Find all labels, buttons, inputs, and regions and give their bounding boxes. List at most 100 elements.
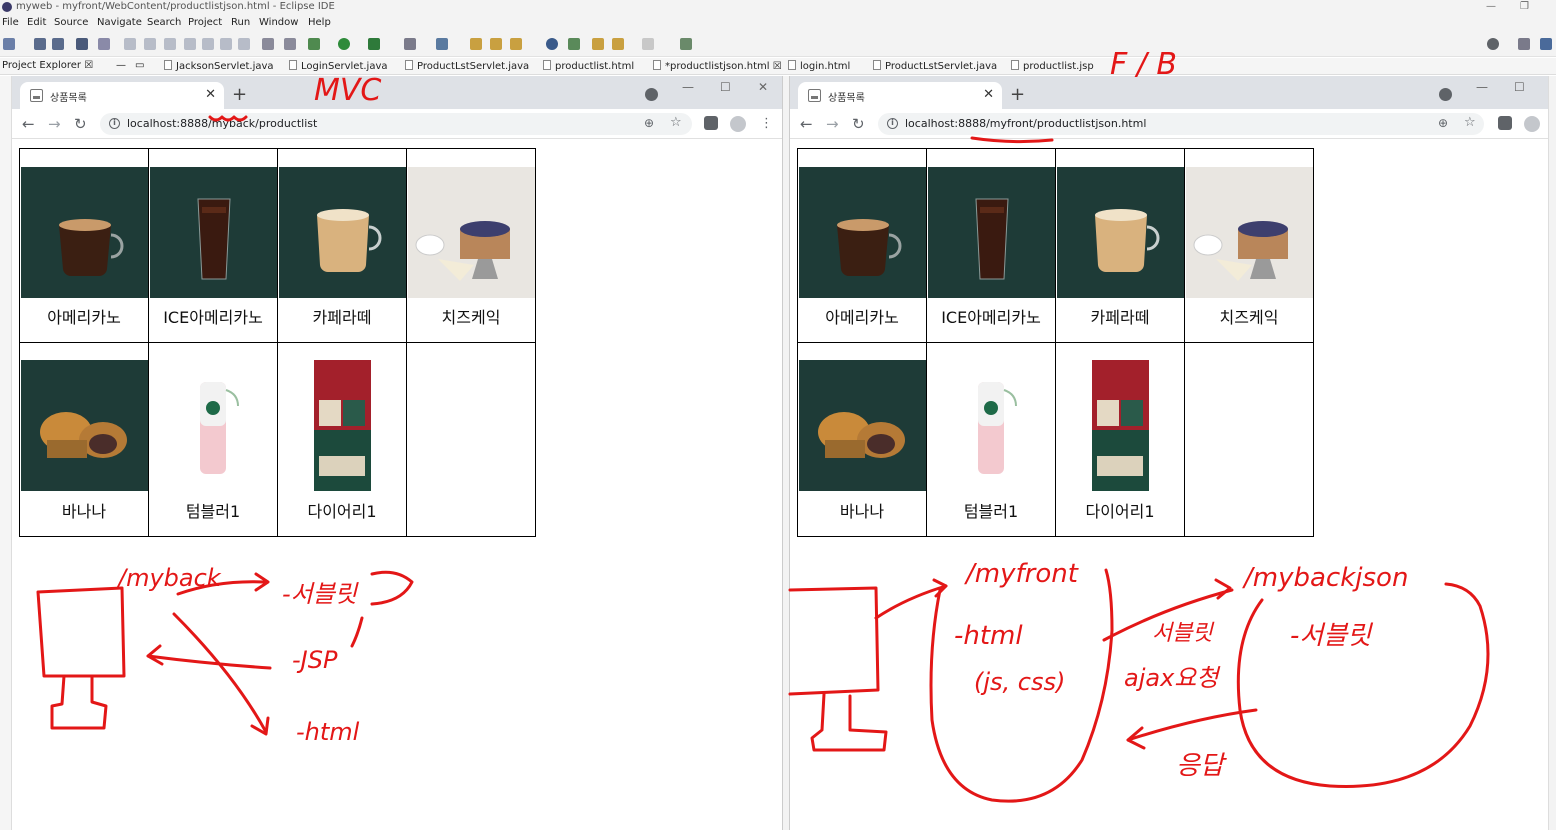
address-bar[interactable]: i localhost:8888/myback/productlist ⊕ ☆	[100, 113, 692, 135]
use-step-filters-icon[interactable]	[284, 38, 296, 50]
step-return-icon[interactable]	[238, 38, 250, 50]
run-icon[interactable]	[338, 38, 350, 50]
save-icon[interactable]	[34, 38, 46, 50]
product-image-cheesecake[interactable]	[408, 167, 535, 298]
outline-icon[interactable]	[262, 38, 274, 50]
resume-icon[interactable]	[124, 38, 136, 50]
editor-tab-loginservlet[interactable]: LoginServlet.java	[289, 60, 388, 72]
new-server-icon[interactable]	[404, 38, 416, 50]
product-image-ice-americano[interactable]	[928, 167, 1055, 298]
suspend-icon[interactable]	[144, 38, 156, 50]
maximize-icon[interactable]: ☐	[720, 80, 731, 94]
back-history-icon[interactable]	[592, 38, 604, 50]
close-icon[interactable]: ✕	[205, 87, 216, 102]
back-arrow-icon[interactable]: ←	[800, 115, 813, 133]
editor-tab-productlstservlet[interactable]: ProductLstServlet.java	[405, 60, 529, 72]
java-ee-perspective-icon[interactable]	[1540, 38, 1552, 50]
product-image-tumbler[interactable]	[150, 360, 277, 491]
profile-avatar[interactable]	[1524, 116, 1540, 132]
product-cell: 치즈케익	[1184, 148, 1314, 343]
minimize-icon[interactable]: —	[1486, 0, 1496, 14]
editor-tab-productlstservlet-2[interactable]: ProductLstServlet.java	[873, 60, 997, 72]
pin-editor-icon[interactable]	[680, 38, 692, 50]
product-image-caffe-latte[interactable]	[279, 167, 406, 298]
tab-search-icon[interactable]	[1439, 88, 1452, 101]
zoom-icon[interactable]: ⊕	[644, 116, 654, 130]
step-into-icon[interactable]	[202, 38, 214, 50]
product-image-diary[interactable]	[279, 360, 406, 491]
editor-tab-productlistjson-html[interactable]: *productlistjson.html ☒	[653, 60, 782, 72]
reload-icon[interactable]: ↻	[74, 115, 87, 133]
forward-icon[interactable]	[642, 38, 654, 50]
close-icon[interactable]: ✕	[983, 87, 994, 102]
bookmark-star-icon[interactable]: ☆	[1464, 115, 1476, 130]
site-info-icon[interactable]: i	[887, 118, 898, 129]
back-icon[interactable]	[612, 38, 624, 50]
menu-file[interactable]: File	[2, 17, 19, 28]
zoom-icon[interactable]: ⊕	[1438, 116, 1448, 130]
editor-tab-productlist-jsp[interactable]: productlist.jsp	[1011, 60, 1094, 72]
menu-navigate[interactable]: Navigate	[97, 17, 142, 28]
menu-help[interactable]: Help	[308, 17, 331, 28]
open-type-icon[interactable]	[470, 38, 482, 50]
tab-search-icon[interactable]	[645, 88, 658, 101]
step-over-icon[interactable]	[220, 38, 232, 50]
minimize-icon[interactable]: —	[682, 80, 694, 94]
editor-tab-login-html[interactable]: login.html	[788, 60, 850, 72]
close-window-icon[interactable]: ✕	[758, 80, 768, 94]
editor-tab-jacksonservlet[interactable]: JacksonServlet.java	[164, 60, 274, 72]
product-image-tumbler[interactable]	[928, 360, 1055, 491]
menu-search[interactable]: Search	[147, 17, 181, 28]
view-minimize-icon[interactable]: —	[116, 60, 126, 71]
menu-project[interactable]: Project	[188, 17, 222, 28]
browser-tab[interactable]: 상품목록 ✕	[20, 82, 224, 109]
product-image-americano[interactable]	[799, 167, 926, 298]
open-folder-icon[interactable]	[490, 38, 502, 50]
globe-icon[interactable]	[546, 38, 558, 50]
product-image-ice-americano[interactable]	[150, 167, 277, 298]
menu-window[interactable]: Window	[259, 17, 298, 28]
restore-icon[interactable]: ❐	[1520, 0, 1529, 14]
product-image-cheesecake[interactable]	[1186, 167, 1313, 298]
debug-icon[interactable]	[308, 38, 320, 50]
minimize-icon[interactable]: —	[1476, 80, 1488, 94]
menu-kebab-icon[interactable]: ⋮	[760, 116, 773, 131]
extensions-icon[interactable]	[1498, 116, 1512, 130]
save-all-icon[interactable]	[52, 38, 64, 50]
product-image-americano[interactable]	[21, 167, 148, 298]
skip-breakpoints-icon[interactable]	[98, 38, 110, 50]
terminal-icon[interactable]	[76, 38, 88, 50]
view-maximize-icon[interactable]: ▭	[135, 60, 144, 71]
back-arrow-icon[interactable]: ←	[22, 115, 35, 133]
project-explorer-tab[interactable]: Project Explorer ☒	[2, 60, 93, 71]
product-image-banana[interactable]	[21, 360, 148, 491]
new-tab-icon[interactable]: +	[232, 84, 247, 105]
browser-tab[interactable]: 상품목록 ✕	[798, 82, 1002, 109]
site-info-icon[interactable]: i	[109, 118, 120, 129]
reload-icon[interactable]: ↻	[852, 115, 865, 133]
terminate-icon[interactable]	[164, 38, 176, 50]
menu-source[interactable]: Source	[54, 17, 88, 28]
menu-run[interactable]: Run	[231, 17, 250, 28]
extensions-icon[interactable]	[704, 116, 718, 130]
new-tab-icon[interactable]: +	[1010, 84, 1025, 105]
maximize-icon[interactable]: ☐	[1514, 80, 1525, 94]
menu-edit[interactable]: Edit	[27, 17, 46, 28]
bookmark-star-icon[interactable]: ☆	[670, 115, 682, 130]
product-image-diary[interactable]	[1057, 360, 1184, 491]
product-image-banana[interactable]	[799, 360, 926, 491]
new-icon[interactable]	[3, 38, 15, 50]
product-image-caffe-latte[interactable]	[1057, 167, 1184, 298]
search-tool-icon[interactable]	[568, 38, 580, 50]
forward-arrow-icon[interactable]: →	[826, 115, 839, 133]
search-icon[interactable]	[1487, 38, 1499, 50]
run-as-server-icon[interactable]	[368, 38, 380, 50]
new-java-class-icon[interactable]	[436, 38, 448, 50]
disconnect-icon[interactable]	[184, 38, 196, 50]
pencil-icon[interactable]	[510, 38, 522, 50]
editor-tab-productlist-html[interactable]: productlist.html	[543, 60, 634, 72]
address-bar[interactable]: i localhost:8888/myfront/productlistjson…	[878, 113, 1484, 135]
profile-avatar[interactable]	[730, 116, 746, 132]
perspective-icon[interactable]	[1518, 38, 1530, 50]
forward-arrow-icon[interactable]: →	[48, 115, 61, 133]
